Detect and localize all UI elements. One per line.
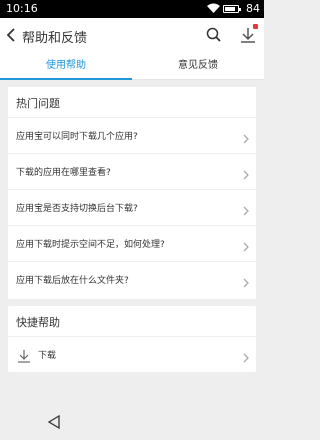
wifi-icon — [207, 3, 220, 16]
question-row[interactable]: 应用宝可以同时下载几个应用? — [8, 117, 256, 153]
question-row[interactable]: 下载的应用在哪里查看? — [8, 153, 256, 189]
system-nav-bar — [0, 405, 264, 440]
tab-bar: 使用帮助 意见反馈 — [0, 52, 264, 80]
question-row[interactable]: 应用下载后放在什么文件夹? — [8, 261, 256, 297]
hot-questions-title: 热门问题 — [16, 97, 60, 110]
notification-badge — [253, 24, 258, 29]
battery-percent: 84 — [246, 2, 260, 15]
battery-level — [225, 7, 235, 11]
chevron-right-icon — [242, 202, 250, 216]
tab-usage-help[interactable]: 使用帮助 — [0, 52, 132, 80]
question-text: 应用宝可以同时下载几个应用? — [16, 132, 138, 142]
status-bar: 10:16 84 — [0, 0, 264, 18]
status-time: 10:16 — [6, 2, 38, 15]
tab-feedback[interactable]: 意见反馈 — [132, 52, 264, 80]
question-text: 下载的应用在哪里查看? — [16, 168, 111, 178]
quick-help-download-label: 下载 — [38, 351, 57, 361]
question-text: 应用下载后放在什么文件夹? — [16, 276, 129, 286]
hot-questions-card: 热门问题 应用宝可以同时下载几个应用? 下载的应用在哪里查看? 应用宝是否支持切… — [8, 87, 256, 299]
download-icon — [17, 348, 31, 363]
question-text: 应用下载时提示空间不足，如何处理? — [16, 240, 165, 250]
search-icon[interactable] — [205, 26, 223, 44]
chevron-right-icon — [242, 274, 250, 288]
app-bar: 帮助和反馈 — [0, 18, 264, 52]
chevron-right-icon — [242, 349, 250, 363]
question-row[interactable]: 应用宝是否支持切换后台下载? — [8, 189, 256, 225]
quick-help-title: 快捷帮助 — [16, 316, 60, 329]
chevron-right-icon — [242, 166, 250, 180]
back-arrow-icon[interactable] — [4, 25, 20, 45]
chevron-right-icon — [242, 238, 250, 252]
quick-help-download-row[interactable]: 下载 — [8, 336, 256, 372]
quick-help-card: 快捷帮助 下载 — [8, 306, 256, 372]
question-row[interactable]: 应用下载时提示空间不足，如何处理? — [8, 225, 256, 261]
page-title: 帮助和反馈 — [22, 31, 88, 46]
question-text: 应用宝是否支持切换后台下载? — [16, 204, 138, 214]
battery-icon — [223, 5, 241, 13]
system-back-icon[interactable] — [46, 414, 62, 430]
active-tab-indicator — [0, 78, 132, 80]
chevron-right-icon — [242, 130, 250, 144]
